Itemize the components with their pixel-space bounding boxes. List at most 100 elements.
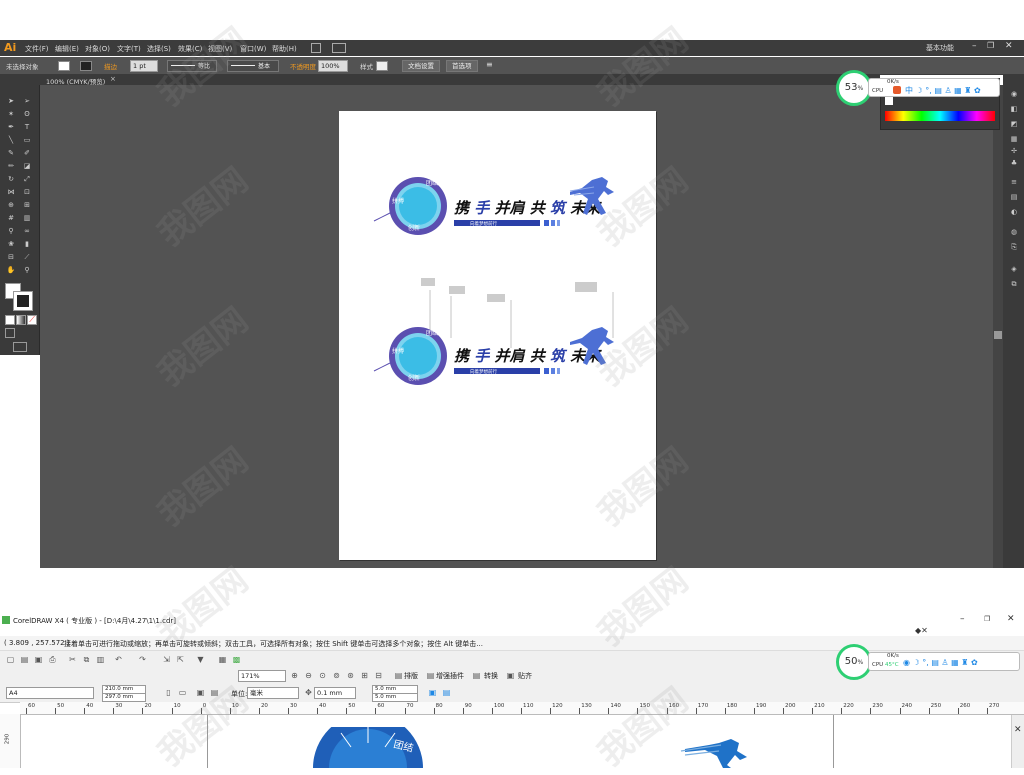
paintbrush-tool-icon[interactable]: ✎	[6, 149, 16, 157]
portrait-icon[interactable]: ▯	[164, 688, 173, 697]
stroke-panel-icon[interactable]: ≡	[1009, 178, 1019, 186]
free-transform-tool-icon[interactable]: ⊡	[22, 188, 32, 196]
artboards-panel-icon[interactable]: ⧉	[1009, 280, 1019, 288]
cd-ime-toolbar-icons[interactable]: ◉ ☽ °, ▤ ♙ ▦ ♜ ✿	[903, 658, 978, 667]
scrollbar-thumb[interactable]	[994, 331, 1002, 339]
draw-mode-icon[interactable]	[5, 328, 15, 338]
open-icon[interactable]: ▤	[20, 655, 29, 664]
menu-edit[interactable]: 编辑(E)	[55, 44, 79, 54]
cut-icon[interactable]: ✂	[68, 655, 77, 664]
align-icon[interactable]: ≡	[486, 60, 493, 69]
ime-logo-icon[interactable]	[893, 86, 901, 94]
menu-file[interactable]: 文件(F)	[25, 44, 49, 54]
tab-close-icon[interactable]: ×	[110, 75, 116, 83]
eraser-tool-icon[interactable]: ◪	[22, 162, 32, 170]
zoom-tool-icon[interactable]: ⚲	[22, 266, 32, 274]
cd-restore-icon[interactable]: ❐	[984, 615, 990, 623]
unit-select[interactable]: 毫米	[247, 687, 299, 699]
page-height-field[interactable]: 297.0 mm	[102, 693, 146, 702]
menu-type[interactable]: 文字(T)	[117, 44, 141, 54]
symbols-panel-icon[interactable]: ♣	[1009, 159, 1019, 167]
eyedropper-tool-icon[interactable]: ⚲	[6, 227, 16, 235]
layout-button[interactable]: 排版	[404, 671, 418, 681]
zoom-level-select[interactable]: 171%	[238, 670, 286, 682]
zoom-all-icon[interactable]: ⊚	[332, 671, 341, 680]
menu-view[interactable]: 视图(V)	[208, 44, 232, 54]
hand-tool-icon[interactable]: ✋	[6, 266, 16, 274]
close-docker-icon[interactable]: ✕	[1014, 725, 1022, 735]
brushes-panel-icon[interactable]: ✢	[1009, 147, 1019, 155]
gradient-tool-icon[interactable]: ▥	[22, 214, 32, 222]
menu-window[interactable]: 窗口(W)	[240, 44, 266, 54]
cd-memory-badge[interactable]: 50%	[836, 644, 872, 680]
stroke-width-field[interactable]: 1 pt	[130, 60, 158, 72]
duplicate-y-field[interactable]: 5.0 mm	[372, 693, 418, 702]
zoom-width-icon[interactable]: ⊞	[360, 671, 369, 680]
swatches-panel-icon[interactable]: ▦	[1009, 135, 1019, 143]
page-size-select[interactable]: A4	[6, 687, 94, 699]
pencil-tool-icon[interactable]: ✐	[22, 149, 32, 157]
paste-icon[interactable]: ▥	[96, 655, 105, 664]
bridge-icon[interactable]	[311, 43, 321, 53]
lasso-tool-icon[interactable]: ʘ	[22, 110, 32, 118]
rotate-tool-icon[interactable]: ↻	[6, 175, 16, 183]
gradient-panel-icon[interactable]: ▤	[1009, 193, 1019, 201]
close-icon[interactable]: ✕	[1005, 41, 1013, 51]
treat-as-filled-icon[interactable]: ▤	[442, 688, 451, 697]
artwork-bottom[interactable]: 团结 拼搏 创新 携 手 并肩 共 筑 未来 向着梦想前行	[370, 325, 625, 390]
welcome-icon[interactable]: ▦	[218, 655, 227, 664]
document-setup-button[interactable]: 文档设置	[402, 60, 440, 72]
workspace-switcher[interactable]: 基本功能	[926, 43, 954, 53]
symbol-sprayer-tool-icon[interactable]: ❀	[6, 240, 16, 248]
menu-help[interactable]: 帮助(H)	[272, 44, 297, 54]
arrange-docs-icon[interactable]	[332, 43, 346, 53]
cd-minimize-icon[interactable]: –	[960, 614, 965, 624]
stroke-color-box[interactable]	[13, 291, 33, 311]
new-doc-icon[interactable]: ▢	[6, 655, 15, 664]
screen-mode-icon[interactable]	[13, 342, 27, 352]
horizontal-ruler[interactable]: 60 50 40 30 20 10 0 10 20 30 40 50 60 70 80 90 100 110 120…	[20, 702, 1024, 715]
artboard-tool-icon[interactable]: ⊟	[6, 253, 16, 261]
stroke-label[interactable]: 描边	[104, 61, 117, 71]
preferences-button[interactable]: 首选项	[446, 60, 478, 72]
transparency-panel-icon[interactable]: ◐	[1009, 208, 1019, 216]
save-icon[interactable]: ▣	[34, 655, 43, 664]
fill-swatch[interactable]	[58, 61, 70, 71]
variable-width-profile[interactable]: 等比	[167, 60, 217, 72]
cd-artwork-ring[interactable]: 团结	[313, 727, 423, 768]
menu-effect[interactable]: 效果(C)	[178, 44, 202, 54]
cd-close-icon[interactable]: ✕	[1007, 614, 1015, 624]
mesh-tool-icon[interactable]: #	[6, 214, 16, 222]
landscape-icon[interactable]: ▭	[178, 688, 187, 697]
artwork-top[interactable]: 团结 拼搏 创新 携 手 并肩 共 筑 未来 向着梦想前行	[370, 175, 625, 240]
opacity-label[interactable]: 不透明度	[290, 61, 316, 71]
menu-select[interactable]: 选择(S)	[147, 44, 171, 54]
minimize-icon[interactable]: –	[972, 41, 977, 51]
brush-definition[interactable]: 基本	[227, 60, 279, 72]
export-icon[interactable]: ⇱	[176, 655, 185, 664]
blend-tool-icon[interactable]: ∞	[22, 227, 32, 235]
stroke-swatch[interactable]	[80, 61, 92, 71]
none-mode-icon[interactable]: ⟋	[27, 315, 37, 325]
magic-wand-tool-icon[interactable]: ✶	[6, 110, 16, 118]
gradient-mode-icon[interactable]	[16, 315, 26, 325]
zoom-page-icon[interactable]: ⊛	[346, 671, 355, 680]
corel-online-icon[interactable]: ▩	[232, 655, 241, 664]
maximize-icon[interactable]: ❐	[987, 41, 994, 50]
print-icon[interactable]: ⎙	[48, 655, 57, 664]
zoom-height-icon[interactable]: ⊟	[374, 671, 383, 680]
color-guide-icon[interactable]: ◩	[1009, 120, 1019, 128]
graphic-style-swatch[interactable]	[376, 61, 388, 71]
slice-tool-icon[interactable]: ⟋	[22, 253, 32, 261]
layers-panel-icon[interactable]: ◈	[1009, 265, 1019, 273]
convert-button[interactable]: 转换	[484, 671, 498, 681]
color-panel-fill-box[interactable]	[885, 97, 893, 105]
asset-export-icon[interactable]: ⎘	[1009, 243, 1019, 251]
units-icon[interactable]: ▣	[428, 688, 437, 697]
current-page-icon[interactable]: ▤	[210, 688, 219, 697]
width-tool-icon[interactable]: ⋈	[6, 188, 16, 196]
plugin-button[interactable]: 增强插件	[436, 671, 464, 681]
snap-button[interactable]: 贴齐	[518, 671, 532, 681]
undo-icon[interactable]: ↶	[114, 655, 123, 664]
color-spectrum[interactable]	[885, 111, 995, 121]
